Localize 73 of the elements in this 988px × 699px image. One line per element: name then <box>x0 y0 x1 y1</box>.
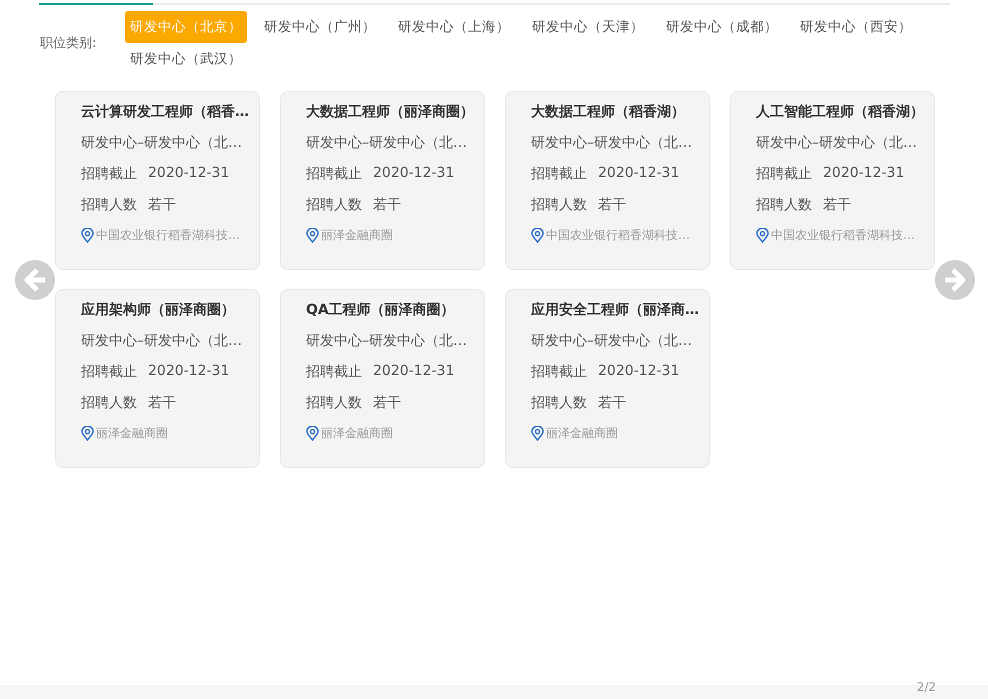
deadline-label: 招聘截止 <box>81 165 137 184</box>
headcount-label: 招聘人数 <box>306 196 362 215</box>
headcount-label: 招聘人数 <box>531 394 587 413</box>
job-card[interactable]: 云计算研发工程师（稻香… 研发中心–研发中心（北… 招聘截止 2020-12-31 招聘人数 若干 中国农业银行稻香湖科技… <box>55 91 260 270</box>
headcount-label: 招聘人数 <box>756 196 812 215</box>
deadline-value: 2020-12-31 <box>823 165 904 183</box>
location-text: 丽泽金融商圈 <box>96 425 168 442</box>
category-option[interactable]: 研发中心（西安） <box>795 11 917 43</box>
headcount-value: 若干 <box>373 196 401 215</box>
job-title: 大数据工程师（稻香湖） <box>531 103 686 122</box>
deadline-value: 2020-12-31 <box>598 363 680 381</box>
department-text: 研发中心–研发中心（北… <box>306 332 468 351</box>
job-title: 大数据工程师（丽泽商圈） <box>306 103 475 122</box>
category-option[interactable]: 研发中心（成都） <box>661 11 783 43</box>
deadline-value: 2020-12-31 <box>373 363 454 381</box>
headcount-label: 招聘人数 <box>306 394 362 413</box>
deadline-value: 2020-12-31 <box>148 363 230 381</box>
job-title: 云计算研发工程师（稻香… <box>81 103 250 122</box>
headcount-label: 招聘人数 <box>81 196 137 215</box>
job-card[interactable]: 大数据工程师（稻香湖） 研发中心–研发中心（北… 招聘截止 2020-12-31 招聘人数 若干 中国农业银行稻香湖科技… <box>505 91 710 270</box>
department-text: 研发中心–研发中心（北… <box>531 134 693 153</box>
filter-label: 职位类别: <box>40 35 98 52</box>
location-pin-icon <box>81 228 94 243</box>
location-text: 中国农业银行稻香湖科技… <box>96 227 240 244</box>
department-text: 研发中心–研发中心（北… <box>81 134 243 153</box>
previous-arrow-icon[interactable] <box>15 260 55 300</box>
location-pin-icon <box>531 228 544 243</box>
job-card[interactable]: 应用安全工程师（丽泽商… 研发中心–研发中心（北… 招聘截止 2020-12-31 招聘人数 若干 丽泽金融商圈 <box>505 289 710 468</box>
next-arrow-icon[interactable] <box>935 260 975 300</box>
job-title: 应用架构师（丽泽商圈） <box>81 301 236 320</box>
headcount-value: 若干 <box>598 394 626 413</box>
department-text: 研发中心–研发中心（北… <box>306 134 468 153</box>
deadline-label: 招聘截止 <box>756 165 812 184</box>
location-text: 丽泽金融商圈 <box>321 227 393 244</box>
location-text: 丽泽金融商圈 <box>321 425 393 442</box>
deadline-label: 招聘截止 <box>531 165 587 184</box>
category-option[interactable]: 研发中心（天津） <box>527 11 649 43</box>
location-pin-icon <box>531 426 544 441</box>
department-text: 研发中心–研发中心（北… <box>756 134 918 153</box>
location-pin-icon <box>306 228 319 243</box>
deadline-label: 招聘截止 <box>531 363 587 382</box>
deadline-label: 招聘截止 <box>81 363 137 382</box>
headcount-label: 招聘人数 <box>81 394 137 413</box>
headcount-value: 若干 <box>148 196 176 215</box>
job-title: 应用安全工程师（丽泽商… <box>531 301 700 320</box>
deadline-value: 2020-12-31 <box>148 165 230 183</box>
job-card[interactable]: 应用架构师（丽泽商圈） 研发中心–研发中心（北… 招聘截止 2020-12-31 招聘人数 若干 丽泽金融商圈 <box>55 289 260 468</box>
deadline-label: 招聘截止 <box>306 363 362 382</box>
headcount-value: 若干 <box>598 196 626 215</box>
location-pin-icon <box>306 426 319 441</box>
headcount-value: 若干 <box>148 394 176 413</box>
job-card[interactable]: QA工程师（丽泽商圈） 研发中心–研发中心（北… 招聘截止 2020-12-31 招聘人数 若干 丽泽金融商圈 <box>280 289 485 468</box>
job-card[interactable]: 大数据工程师（丽泽商圈） 研发中心–研发中心（北… 招聘截止 2020-12-31 招聘人数 若干 丽泽金融商圈 <box>280 91 485 270</box>
category-option[interactable]: 研发中心（上海） <box>393 11 515 43</box>
category-option[interactable]: 研发中心（武汉） <box>125 43 247 75</box>
location-pin-icon <box>756 228 769 243</box>
job-title: 人工智能工程师（稻香湖） <box>756 103 925 122</box>
location-text: 丽泽金融商圈 <box>546 425 618 442</box>
category-option[interactable]: 研发中心（广州） <box>259 11 381 43</box>
department-text: 研发中心–研发中心（北… <box>531 332 693 351</box>
job-card[interactable]: 人工智能工程师（稻香湖） 研发中心–研发中心（北… 招聘截止 2020-12-31 招聘人数 若干 中国农业银行稻香湖科技… <box>730 91 935 270</box>
headcount-label: 招聘人数 <box>531 196 587 215</box>
location-text: 中国农业银行稻香湖科技… <box>771 227 915 244</box>
deadline-label: 招聘截止 <box>306 165 362 184</box>
headcount-value: 若干 <box>373 394 401 413</box>
headcount-value: 若干 <box>823 196 851 215</box>
department-text: 研发中心–研发中心（北… <box>81 332 243 351</box>
job-title: QA工程师（丽泽商圈） <box>306 301 456 320</box>
location-text: 中国农业银行稻香湖科技… <box>546 227 690 244</box>
page-indicator: 2/2 <box>916 680 936 696</box>
location-pin-icon <box>81 426 94 441</box>
deadline-value: 2020-12-31 <box>373 165 454 183</box>
deadline-value: 2020-12-31 <box>598 165 680 183</box>
